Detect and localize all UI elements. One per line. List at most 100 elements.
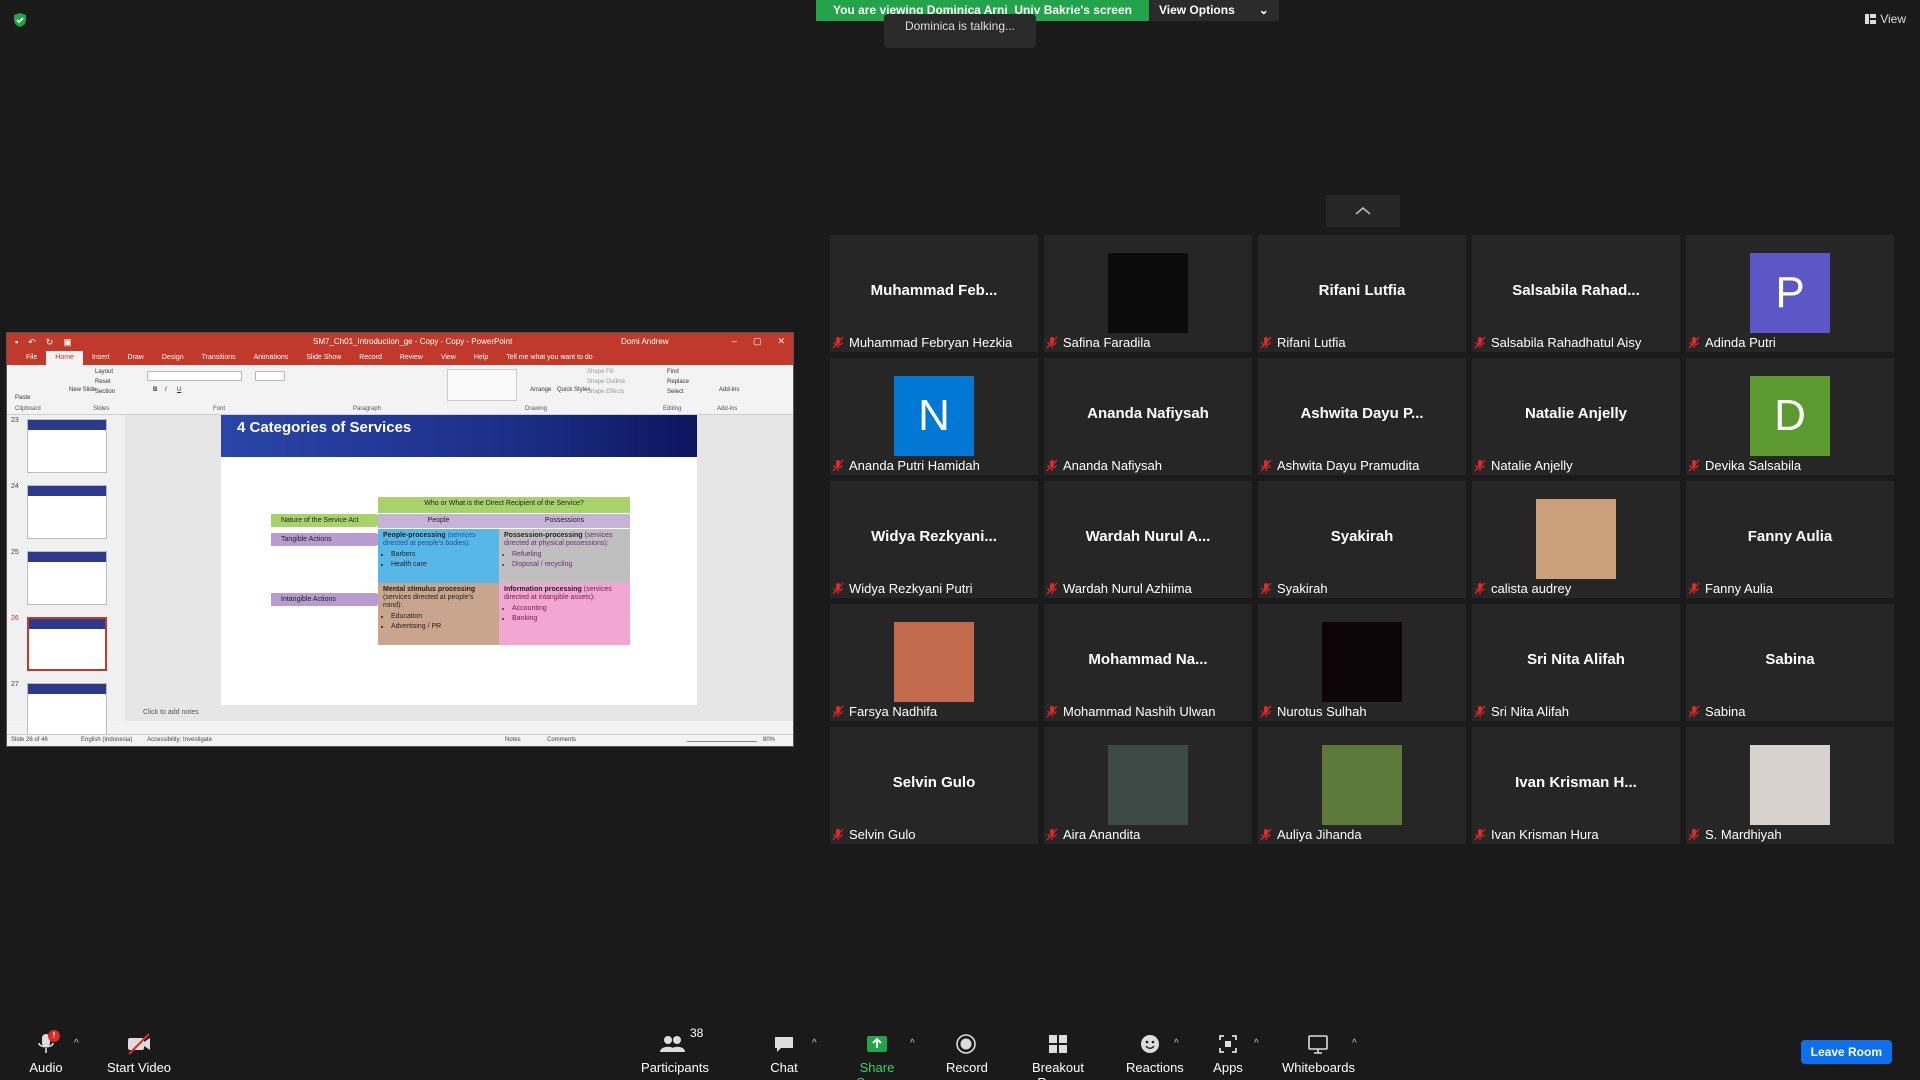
chat-caret-icon[interactable]: ^ [812,1038,817,1049]
participant-tile[interactable]: Nurotus Sulhah [1258,604,1466,721]
participant-tile[interactable]: P Adinda Putri [1686,235,1894,352]
participant-tile[interactable]: Ivan Krisman H... Ivan Krisman Hura [1472,727,1680,844]
participant-tile[interactable]: Natalie Anjelly Natalie Anjelly [1472,358,1680,475]
redo-icon[interactable]: ↻ [46,337,54,348]
participant-tile[interactable]: Widya Rezkyani... Widya Rezkyani Putri [830,481,1038,598]
bold-button[interactable]: B [153,387,157,393]
save-icon[interactable]: ▪ [15,337,18,348]
participant-tile[interactable]: Rifani Lutfia Rifani Lutfia [1258,235,1466,352]
close-icon[interactable]: ✕ [777,336,785,347]
leave-room-button[interactable]: Leave Room [1800,1040,1892,1064]
slide-thumb-26[interactable]: 26 [7,615,125,677]
participant-tile[interactable]: calista audrey [1472,481,1680,598]
reactions-caret-icon[interactable]: ^ [1174,1038,1179,1049]
zoom-slider[interactable] [687,741,757,742]
notes-pane[interactable]: Click to add notes [143,709,199,716]
addins-button[interactable]: Add-ins [719,387,739,393]
slide-thumbnails[interactable]: 23 24 25 26 27 [7,415,125,737]
tab-transitions[interactable]: Transitions [193,351,245,365]
tab-review[interactable]: Review [391,351,432,365]
whiteboards-caret-icon[interactable]: ^ [1352,1038,1357,1049]
muted-mic-icon [1260,459,1272,472]
record-button[interactable]: Record [946,1022,988,1075]
notes-toggle[interactable]: Notes [505,737,521,743]
participant-tile[interactable]: Salsabila Rahad... Salsabila Rahadhatul A… [1472,235,1680,352]
tab-help[interactable]: Help [465,351,497,365]
participant-tile[interactable]: Sri Nita Alifah Sri Nita Alifah [1472,604,1680,721]
slide-canvas[interactable]: 4 Categories of Services Who or What is … [221,415,697,705]
participant-tile[interactable]: Sabina Sabina [1686,604,1894,721]
slide-thumb-24[interactable]: 24 [7,483,125,545]
participant-tile[interactable]: N Ananda Putri Hamidah [830,358,1038,475]
participant-tile[interactable]: Mohammad Na... Mohammad Nashih Ulwan [1044,604,1252,721]
present-icon[interactable]: ▣ [63,337,72,348]
participant-tile[interactable]: Ananda Nafiysah Ananda Nafiysah [1044,358,1252,475]
reset-button[interactable]: Reset [95,379,111,385]
participant-tile[interactable]: Selvin Gulo Selvin Gulo [830,727,1038,844]
italic-button[interactable]: I [165,387,167,393]
participant-tile[interactable]: S. Mardhiyah [1686,727,1894,844]
participants-button[interactable]: 38 Participants [640,1022,710,1075]
font-name-select[interactable] [147,371,242,381]
start-video-button[interactable]: Start Video [104,1022,174,1075]
participant-tile[interactable]: Auliya Jihanda [1258,727,1466,844]
select-button[interactable]: Select [667,389,684,395]
view-options-button[interactable]: View Options ⌄ [1148,0,1279,21]
tab-record[interactable]: Record [350,351,391,365]
audio-button[interactable]: ! Audio [26,1022,66,1075]
participant-tile[interactable]: Farsya Nadhifa [830,604,1038,721]
maximize-icon[interactable]: ▢ [753,336,762,347]
tab-insert[interactable]: Insert [83,351,119,365]
arrange-button[interactable]: Arrange [530,387,551,393]
zoom-level[interactable]: 80% [763,737,775,743]
paste-button[interactable]: Paste [15,395,30,401]
whiteboards-button[interactable]: Whiteboards [1282,1022,1355,1075]
slide-thumb-23[interactable]: 23 [7,417,125,479]
tab-view[interactable]: View [432,351,465,365]
participant-tile[interactable]: Wardah Nurul A... Wardah Nurul Azhiima [1044,481,1252,598]
underline-button[interactable]: U [177,387,181,393]
breakout-rooms-button[interactable]: Breakout Rooms [1014,1022,1102,1080]
reactions-button[interactable]: Reactions [1126,1022,1184,1075]
tab-animations[interactable]: Animations [245,351,298,365]
tab-design[interactable]: Design [153,351,193,365]
shape-effects-button[interactable]: Shape Effects [587,389,624,395]
participant-tile[interactable]: Aira Anandita [1044,727,1252,844]
tab-draw[interactable]: Draw [118,351,152,365]
participant-tile[interactable]: Fanny Aulia Fanny Aulia [1686,481,1894,598]
replace-button[interactable]: Replace [667,379,689,385]
find-button[interactable]: Find [667,369,679,375]
shapes-gallery[interactable] [447,369,517,401]
undo-icon[interactable]: ↶ [28,337,36,348]
view-button[interactable]: View [1865,12,1906,26]
layout-button[interactable]: Layout [95,369,113,375]
participant-tile[interactable]: Muhammad Feb... Muhammad Febryan Hezkia [830,235,1038,352]
share-screen-button[interactable]: Share Screen [840,1022,914,1080]
participant-tile[interactable]: Syakirah Syakirah [1258,481,1466,598]
apps-button[interactable]: Apps [1208,1022,1248,1075]
font-size-select[interactable] [255,371,285,381]
quick-styles-button[interactable]: Quick Styles [557,387,590,393]
tab-home[interactable]: Home [46,351,83,365]
apps-caret-icon[interactable]: ^ [1254,1038,1259,1049]
new-slide-button[interactable]: New Slide [69,387,96,393]
tab-slide-show[interactable]: Slide Show [297,351,350,365]
participant-tile[interactable]: Ashwita Dayu P... Ashwita Dayu Pramudita [1258,358,1466,475]
chat-button[interactable]: Chat [764,1022,804,1075]
language-status[interactable]: English (Indonesia) [81,737,132,743]
accessibility-status[interactable]: Accessibility: Investigate [147,737,212,743]
slide-thumb-25[interactable]: 25 [7,549,125,611]
shape-fill-button[interactable]: Shape Fill [587,369,614,375]
security-shield-icon[interactable] [12,12,28,28]
minimize-icon[interactable]: – [732,336,737,347]
section-button[interactable]: Section [95,389,115,395]
share-caret-icon[interactable]: ^ [910,1038,915,1049]
tell-me-search[interactable]: Tell me what you want to do [497,351,601,365]
collapse-gallery-button[interactable] [1326,195,1400,227]
shape-outline-button[interactable]: Shape Outline [587,379,625,385]
audio-caret-icon[interactable]: ^ [74,1038,79,1049]
participant-tile[interactable]: Safina Faradila [1044,235,1252,352]
comments-toggle[interactable]: Comments [547,737,576,743]
participant-tile[interactable]: D Devika Salsabila [1686,358,1894,475]
tab-file[interactable]: File [17,351,46,365]
